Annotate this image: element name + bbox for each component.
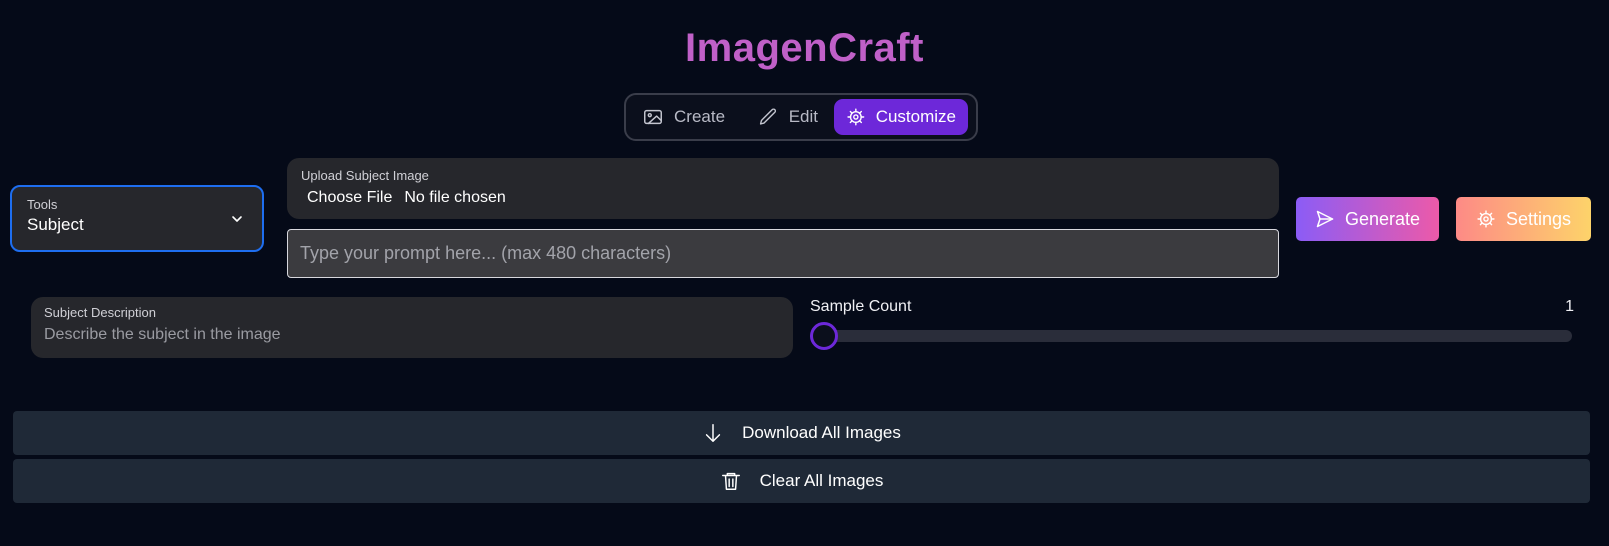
- slider-thumb[interactable]: [810, 322, 838, 350]
- image-icon: [644, 109, 662, 125]
- tab-customize[interactable]: Customize: [834, 99, 968, 135]
- tools-value: Subject: [27, 215, 84, 234]
- tab-create-label: Create: [674, 107, 726, 126]
- clear-all-button[interactable]: Clear All Images: [13, 459, 1590, 503]
- generate-label: Generate: [1344, 208, 1421, 229]
- tab-customize-label: Customize: [875, 107, 956, 126]
- settings-label: Settings: [1505, 208, 1572, 229]
- tools-select[interactable]: Tools Subject: [10, 185, 264, 252]
- download-all-button[interactable]: Download All Images: [13, 411, 1590, 455]
- file-status: No file chosen: [404, 189, 506, 206]
- upload-subject-image: Upload Subject Image Choose File No file…: [287, 158, 1279, 219]
- arrow-down-icon: [705, 424, 721, 442]
- file-input: Choose File No file chosen: [301, 189, 1265, 207]
- gear-icon: [847, 108, 865, 126]
- subject-description-input[interactable]: [44, 326, 780, 344]
- upload-label: Upload Subject Image: [301, 168, 429, 183]
- sample-count-slider[interactable]: [810, 322, 1572, 350]
- gear-icon: [1477, 210, 1495, 228]
- choose-file-button[interactable]: Choose File: [301, 189, 392, 207]
- tab-edit-label: Edit: [788, 107, 818, 126]
- subject-description-label: Subject Description: [44, 305, 156, 320]
- app-root: ImagenCraft Create Edit Customize Tools …: [0, 0, 1609, 546]
- download-all-label: Download All Images: [742, 423, 901, 442]
- pencil-icon: [759, 108, 776, 125]
- tab-create[interactable]: Create: [630, 99, 742, 135]
- mode-tabs: Create Edit Customize: [624, 93, 978, 141]
- app-title: ImagenCraft: [685, 26, 924, 70]
- sample-count-value: 1: [1565, 298, 1574, 315]
- tools-label: Tools: [27, 197, 58, 212]
- generate-button[interactable]: Generate: [1296, 197, 1439, 241]
- prompt-input[interactable]: [287, 229, 1279, 278]
- chevron-down-icon: [232, 216, 242, 222]
- tab-edit[interactable]: Edit: [746, 99, 830, 135]
- settings-button[interactable]: Settings: [1456, 197, 1591, 241]
- clear-all-label: Clear All Images: [759, 471, 884, 490]
- sample-count-label: Sample Count: [810, 298, 912, 315]
- subject-description-field: Subject Description: [31, 297, 793, 358]
- trash-icon: [721, 472, 740, 490]
- send-icon: [1316, 210, 1334, 228]
